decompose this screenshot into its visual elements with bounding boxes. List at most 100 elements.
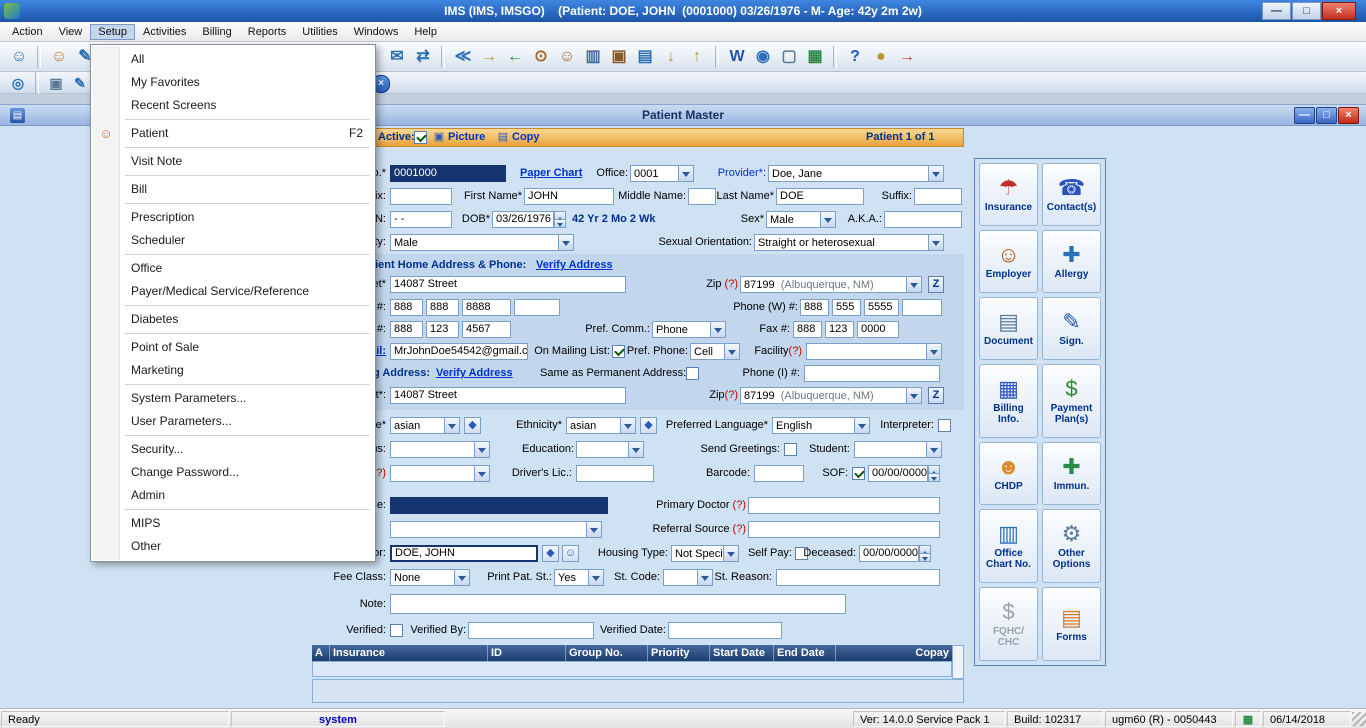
insurance-table-header[interactable]: A Insurance ID Group No. Priority Start …: [312, 645, 952, 661]
same-as-permanent-checkbox[interactable]: [686, 367, 699, 380]
cell-line-field[interactable]: 4567: [462, 321, 511, 338]
active-checkbox[interactable]: [414, 131, 427, 144]
drivers-lic-field[interactable]: [576, 465, 654, 482]
dropdown-arrow-icon[interactable]: [628, 442, 643, 457]
suffix-field[interactable]: [914, 188, 962, 205]
patient-folder-icon[interactable]: ☺: [555, 45, 579, 69]
dob-spinner[interactable]: [554, 211, 566, 228]
forms-button[interactable]: ▤Forms: [1042, 587, 1101, 661]
menu-item-payer-medical-service-reference[interactable]: Payer/Medical Service/Reference: [91, 280, 375, 303]
insurance-button[interactable]: ☂Insurance: [979, 163, 1038, 226]
race-select[interactable]: asian: [390, 417, 460, 434]
workstation-icon[interactable]: ▢: [777, 45, 801, 69]
verified-by-field[interactable]: [468, 622, 594, 639]
menu-reports[interactable]: Reports: [240, 24, 295, 40]
verified-date-field[interactable]: [668, 622, 782, 639]
pref-phone-select[interactable]: Cell: [690, 343, 740, 360]
phone-work-prefix-field[interactable]: 555: [832, 299, 861, 316]
interpreter-checkbox[interactable]: [938, 419, 951, 432]
zip-select[interactable]: 87199 (Albuquerque, NM): [740, 276, 922, 293]
insurance-col-end-date[interactable]: End Date: [774, 645, 836, 661]
referral-source-field[interactable]: [748, 521, 940, 538]
guarantor-lookup-icon[interactable]: ☺: [562, 545, 579, 562]
primary-doctor-field[interactable]: [748, 497, 940, 514]
marital-status-select[interactable]: [390, 441, 490, 458]
phone-i-field[interactable]: [804, 365, 940, 382]
sexual-orientation-select[interactable]: Straight or heterosexual: [754, 234, 944, 251]
sof-checkbox[interactable]: [852, 467, 865, 480]
fee-class-select[interactable]: None: [390, 569, 470, 586]
window-icon[interactable]: ▣: [46, 73, 66, 93]
insurance-col-start-date[interactable]: Start Date: [710, 645, 774, 661]
ethnicity-select[interactable]: asian: [566, 417, 636, 434]
phone-ext-field[interactable]: [514, 299, 560, 316]
pref-comm-select[interactable]: Phone: [652, 321, 726, 338]
ethnicity-detail-icon[interactable]: ◆: [640, 417, 657, 434]
logout-icon[interactable]: →: [895, 45, 919, 69]
aka-field[interactable]: [884, 211, 962, 228]
menu-item-system-parameters[interactable]: System Parameters...: [91, 387, 375, 410]
provider-select[interactable]: Doe, Jane: [768, 165, 944, 182]
ssn-field[interactable]: - -: [390, 211, 452, 228]
street-field[interactable]: 14087 Street: [390, 276, 626, 293]
withdraw-icon[interactable]: ↑: [685, 45, 709, 69]
menu-item-change-password[interactable]: Change Password...: [91, 461, 375, 484]
dropdown-arrow-icon[interactable]: [558, 235, 573, 250]
dropdown-arrow-icon[interactable]: [723, 546, 738, 561]
menu-item-bill[interactable]: Bill: [91, 178, 375, 201]
phone-prefix-field[interactable]: 888: [426, 299, 459, 316]
menu-item-admin[interactable]: Admin: [91, 484, 375, 507]
prefix-field[interactable]: [390, 188, 452, 205]
phone-work-line-field[interactable]: 5555: [864, 299, 899, 316]
primary-doctor-help-link[interactable]: (?): [733, 499, 746, 511]
phone-work-area-field[interactable]: 888: [800, 299, 829, 316]
zip-help-link[interactable]: (?): [725, 389, 738, 401]
barcode-field[interactable]: [754, 465, 804, 482]
document-button[interactable]: ▤Document: [979, 297, 1038, 360]
billing-info-button[interactable]: ▦Billing Info.: [979, 364, 1038, 438]
sign-button[interactable]: ✎Sign.: [1042, 297, 1101, 360]
restore-button[interactable]: □: [1292, 2, 1321, 20]
navigate-back-icon[interactable]: ≪: [451, 45, 475, 69]
verify-mailing-address-link[interactable]: Verify Address: [436, 365, 516, 382]
sof-date-spinner[interactable]: [928, 465, 940, 482]
dropdown-arrow-icon[interactable]: [820, 212, 835, 227]
menu-item-diabetes[interactable]: Diabetes: [91, 308, 375, 331]
insurance-col-insurance[interactable]: Insurance: [330, 645, 488, 661]
education-select[interactable]: [576, 441, 644, 458]
patient-lookup-icon[interactable]: ☺: [7, 45, 31, 69]
insurance-col-id[interactable]: ID: [488, 645, 566, 661]
guarantor-detail-icon[interactable]: ◆: [542, 545, 559, 562]
dropdown-arrow-icon[interactable]: [906, 388, 921, 403]
cell-prefix-field[interactable]: 123: [426, 321, 459, 338]
payment-plans-button[interactable]: $Payment Plan(s): [1042, 364, 1101, 438]
office-chart-no-button[interactable]: ▥Office Chart No.: [979, 509, 1038, 583]
money-receive-icon[interactable]: ←: [503, 45, 527, 69]
menu-setup[interactable]: Setup: [90, 24, 135, 40]
fax-prefix-field[interactable]: 123: [825, 321, 854, 338]
spreadsheet-icon[interactable]: ▦: [803, 45, 827, 69]
dropdown-arrow-icon[interactable]: [906, 277, 921, 292]
menu-activities[interactable]: Activities: [135, 24, 194, 40]
guarantor-field[interactable]: DOE, JOHN: [390, 545, 538, 562]
print-pat-st-select[interactable]: Yes: [554, 569, 604, 586]
close-button[interactable]: ×: [1322, 2, 1356, 20]
menu-item-office[interactable]: Office: [91, 257, 375, 280]
insurance-col-group-no[interactable]: Group No.: [566, 645, 648, 661]
minimize-button[interactable]: —: [1262, 2, 1291, 20]
mailing-street-field[interactable]: 14087 Street: [390, 387, 626, 404]
patient-icon[interactable]: ☺: [47, 45, 71, 69]
immunization-button[interactable]: ✚Immun.: [1042, 442, 1101, 505]
facility-help-link[interactable]: (?): [789, 345, 802, 357]
web-portal-icon[interactable]: ◉: [751, 45, 775, 69]
employer-button[interactable]: ☺Employer: [979, 230, 1038, 293]
first-name-field[interactable]: JOHN: [524, 188, 614, 205]
menu-view[interactable]: View: [51, 24, 91, 40]
menu-action[interactable]: Action: [4, 24, 51, 40]
dropdown-arrow-icon[interactable]: [474, 466, 489, 481]
menu-item-prescription[interactable]: Prescription: [91, 206, 375, 229]
menu-windows[interactable]: Windows: [346, 24, 407, 40]
dropdown-arrow-icon[interactable]: [620, 418, 635, 433]
phone-line-field[interactable]: 8888: [462, 299, 511, 316]
race-detail-icon[interactable]: ◆: [464, 417, 481, 434]
